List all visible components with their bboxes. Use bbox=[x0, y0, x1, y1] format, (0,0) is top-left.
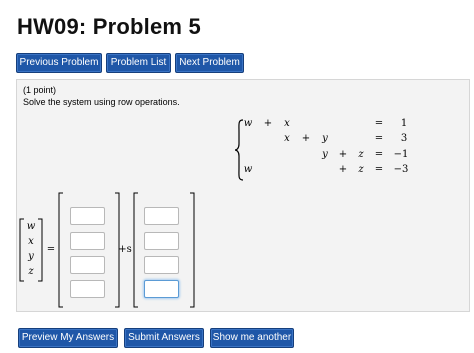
eq3-equals: = bbox=[374, 149, 384, 160]
eq4-plus: + bbox=[338, 164, 348, 175]
eq4-equals: = bbox=[374, 164, 384, 175]
eq1-plus: + bbox=[263, 118, 273, 129]
previous-problem-button[interactable]: Previous Problem bbox=[16, 53, 102, 73]
eq3-z: z bbox=[358, 149, 364, 160]
eq4-rhs: −3 bbox=[393, 164, 409, 175]
eq1-x: x bbox=[284, 118, 290, 129]
particular-x-input[interactable] bbox=[70, 232, 105, 250]
problem-list-button[interactable]: Problem List bbox=[106, 53, 171, 73]
eq1-equals: = bbox=[374, 118, 384, 129]
page-title: HW09: Problem 5 bbox=[17, 14, 201, 39]
vector-z: z bbox=[28, 266, 34, 277]
submit-answers-button[interactable]: Submit Answers bbox=[124, 328, 204, 348]
vector-equals: = bbox=[46, 244, 56, 255]
plus-s-label: +s bbox=[118, 244, 132, 255]
eq2-y: y bbox=[322, 133, 328, 144]
problem-instruction: Solve the system using row operations. bbox=[23, 97, 180, 107]
direction-y-input[interactable] bbox=[144, 256, 179, 274]
preview-answers-button[interactable]: Preview My Answers bbox=[18, 328, 118, 348]
show-another-button[interactable]: Show me another bbox=[210, 328, 294, 348]
direction-z-input[interactable] bbox=[144, 280, 179, 298]
eq2-rhs: 3 bbox=[400, 133, 408, 144]
particular-z-input[interactable] bbox=[70, 280, 105, 298]
eq2-plus: + bbox=[301, 133, 311, 144]
next-problem-button[interactable]: Next Problem bbox=[175, 53, 244, 73]
eq4-z: z bbox=[358, 164, 364, 175]
problem-panel: (1 point) Solve the system using row ope… bbox=[16, 79, 470, 312]
eq4-w: w bbox=[243, 164, 253, 175]
eq3-plus: + bbox=[338, 149, 348, 160]
eq2-equals: = bbox=[374, 133, 384, 144]
vector-x: x bbox=[28, 236, 34, 247]
direction-w-input[interactable] bbox=[144, 207, 179, 225]
direction-x-input[interactable] bbox=[144, 232, 179, 250]
eq3-y: y bbox=[322, 149, 328, 160]
eq1-rhs: 1 bbox=[400, 118, 408, 129]
vector-y: y bbox=[28, 251, 34, 262]
particular-w-input[interactable] bbox=[70, 207, 105, 225]
vector-w: w bbox=[26, 221, 36, 232]
eq3-rhs: −1 bbox=[393, 149, 409, 160]
problem-points: (1 point) bbox=[23, 85, 57, 95]
eq1-w: w bbox=[243, 118, 253, 129]
eq2-x: x bbox=[284, 133, 290, 144]
particular-y-input[interactable] bbox=[70, 256, 105, 274]
